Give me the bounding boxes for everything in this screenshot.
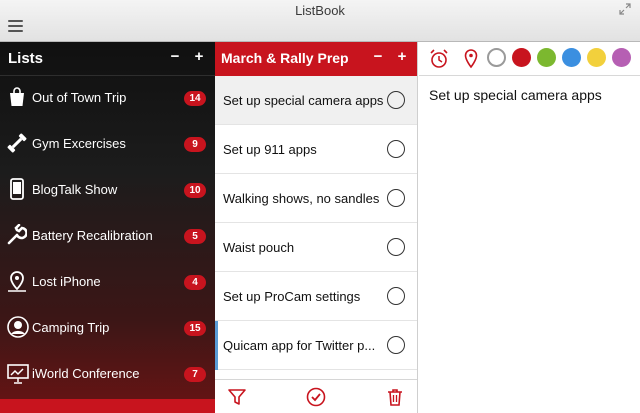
task-label: Walking shows, no sandles: [223, 191, 380, 206]
sidebar-item-camping-trip[interactable]: Camping Trip 15: [0, 306, 215, 352]
count-badge: 5: [184, 229, 206, 244]
count-badge: 4: [184, 275, 206, 290]
sidebar-item-gym-excercises[interactable]: Gym Excercises 9: [0, 122, 215, 168]
task-complete-checkbox[interactable]: [387, 91, 405, 109]
sidebar-item-label: Out of Town Trip: [32, 90, 127, 105]
sidebar: Lists − + Out of Town Trip 14 Gym Excerc…: [0, 42, 215, 413]
trash-icon[interactable]: [385, 387, 405, 407]
task-complete-checkbox[interactable]: [387, 287, 405, 305]
wrench-icon: [7, 223, 28, 246]
task-row[interactable]: Set up ProCam settings: [215, 272, 417, 321]
task-label: Set up special camera apps: [223, 93, 384, 108]
sidebar-header: Lists − +: [0, 42, 215, 76]
task-complete-checkbox[interactable]: [387, 336, 405, 354]
color-swatch-green[interactable]: [537, 48, 556, 67]
task-label: Set up 911 apps: [223, 142, 317, 157]
add-task-button[interactable]: +: [395, 48, 409, 65]
map-pin-icon: [7, 270, 27, 292]
count-badge: 9: [184, 137, 206, 152]
color-swatch-yellow[interactable]: [587, 48, 606, 67]
sidebar-item-label: Battery Recalibration: [32, 228, 153, 243]
phone-icon: [7, 178, 27, 200]
shopping-bag-icon: [7, 86, 27, 108]
sidebar-item-iworld-conference[interactable]: iWorld Conference 7: [0, 352, 215, 398]
task-row[interactable]: Walking shows, no sandles: [215, 174, 417, 223]
sidebar-item-lost-iphone[interactable]: Lost iPhone 4: [0, 260, 215, 306]
sidebar-item-out-of-town-trip[interactable]: Out of Town Trip 14: [0, 76, 215, 122]
count-badge: 14: [184, 91, 206, 106]
count-badge: 15: [184, 321, 206, 336]
task-label: Set up ProCam settings: [223, 289, 361, 304]
task-list-panel: March & Rally Prep − + Set up special ca…: [215, 42, 418, 413]
hamburger-menu-icon[interactable]: [8, 20, 23, 33]
add-list-button[interactable]: +: [192, 48, 206, 65]
count-badge: 10: [184, 183, 206, 198]
task-label: Waist pouch: [223, 240, 295, 255]
color-swatch-white[interactable]: [487, 48, 506, 67]
count-badge: 7: [184, 367, 206, 382]
task-list-footer: [215, 379, 417, 413]
presentation-icon: [7, 362, 29, 384]
dumbbell-icon: [7, 132, 27, 154]
remove-task-button[interactable]: −: [371, 48, 385, 65]
task-detail-panel: Set up special camera apps: [419, 42, 640, 413]
window-title: ListBook: [295, 3, 345, 18]
fullscreen-icon[interactable]: [619, 3, 631, 15]
task-row[interactable]: Set up 911 apps: [215, 125, 417, 174]
remove-list-button[interactable]: −: [168, 48, 182, 65]
task-label: Quicam app for Twitter p...: [223, 338, 376, 353]
task-complete-checkbox[interactable]: [387, 189, 405, 207]
detail-toolbar: [419, 42, 640, 76]
task-complete-checkbox[interactable]: [387, 238, 405, 256]
sidebar-item-label: Gym Excercises: [32, 136, 126, 151]
task-detail-text[interactable]: Set up special camera apps: [429, 87, 602, 103]
check-circle-icon[interactable]: [306, 387, 326, 407]
sidebar-item-label: iWorld Conference: [32, 366, 140, 381]
sidebar-item-battery-recalibration[interactable]: Battery Recalibration 5: [0, 214, 215, 260]
color-swatch-purple[interactable]: [612, 48, 631, 67]
window-titlebar: ListBook: [0, 0, 640, 42]
sidebar-item-label: BlogTalk Show: [32, 182, 118, 197]
filter-icon[interactable]: [227, 387, 247, 407]
sidebar-item-blogtalk-show[interactable]: BlogTalk Show 10: [0, 168, 215, 214]
color-swatch-blue[interactable]: [562, 48, 581, 67]
list-title: March & Rally Prep: [221, 50, 349, 66]
task-row[interactable]: Waist pouch: [215, 223, 417, 272]
alarm-clock-icon[interactable]: [429, 48, 449, 70]
sidebar-item-selected[interactable]: [0, 399, 215, 413]
task-row[interactable]: Set up special camera apps: [215, 76, 417, 125]
color-swatch-red[interactable]: [512, 48, 531, 67]
sidebar-title: Lists: [8, 50, 44, 67]
person-icon: [7, 316, 29, 338]
task-complete-checkbox[interactable]: [387, 140, 405, 158]
task-row[interactable]: Quicam app for Twitter p...: [215, 321, 417, 370]
task-list-header: March & Rally Prep − +: [215, 42, 417, 76]
sidebar-item-label: Camping Trip: [32, 320, 110, 335]
location-pin-icon[interactable]: [461, 48, 481, 70]
sidebar-item-label: Lost iPhone: [32, 274, 101, 289]
